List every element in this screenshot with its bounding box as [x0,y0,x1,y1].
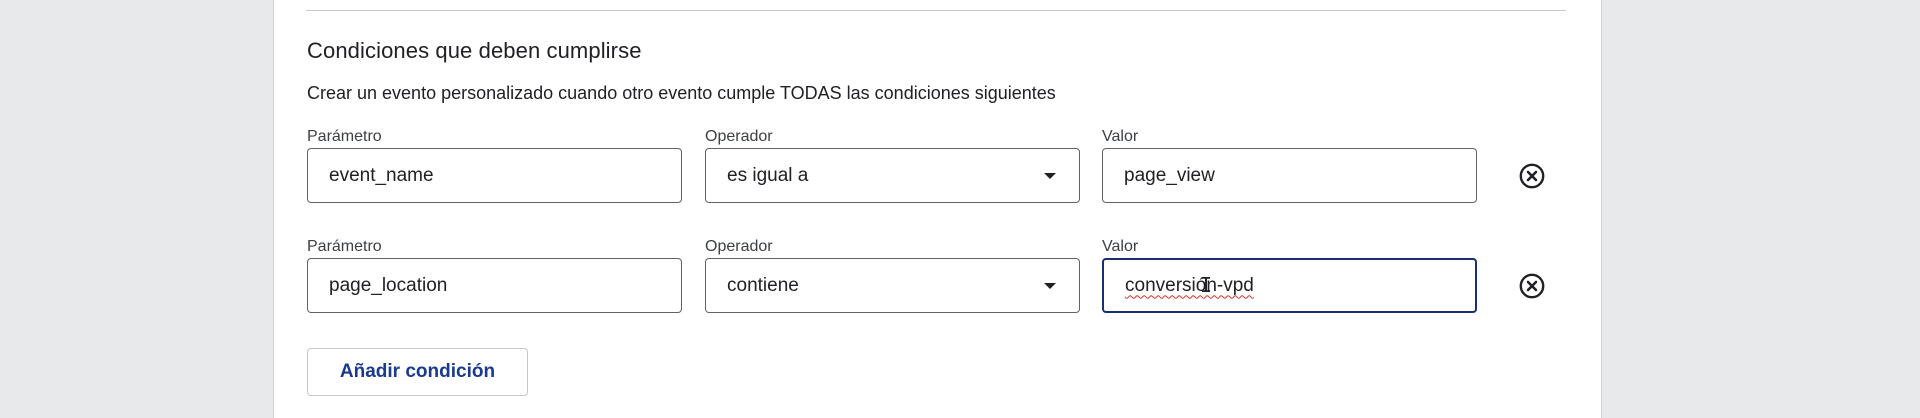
parameter-value: page_location [329,274,448,296]
section-description: Crear un evento personalizado cuando otr… [307,83,1056,103]
parameter-label: Parámetro [307,238,382,255]
chevron-down-icon [1044,172,1056,179]
section-title: Condiciones que deben cumplirse [307,38,642,63]
section-divider [306,10,1566,11]
close-circle-icon[interactable] [1519,163,1545,189]
operator-select[interactable]: contiene [705,258,1080,313]
chevron-down-icon [1044,282,1056,289]
close-circle-icon[interactable] [1519,273,1545,299]
parameter-field[interactable]: event_name [307,148,682,203]
operator-value: contiene [727,274,799,296]
parameter-label: Parámetro [307,128,382,145]
add-condition-button[interactable]: Añadir condición [307,348,528,396]
value-value: page_view [1124,164,1215,186]
parameter-value: event_name [329,164,434,186]
value-field[interactable]: page_view [1102,148,1477,203]
value-field[interactable]: conversión-vpd [1102,258,1477,313]
operator-label: Operador [705,238,773,255]
operator-select[interactable]: es igual a [705,148,1080,203]
value-value: conversión-vpd [1125,274,1254,296]
value-label: Valor [1102,238,1139,255]
operator-value: es igual a [727,164,809,186]
parameter-field[interactable]: page_location [307,258,682,313]
value-label: Valor [1102,128,1139,145]
i-beam-cursor-icon: I [1200,273,1213,297]
operator-label: Operador [705,128,773,145]
